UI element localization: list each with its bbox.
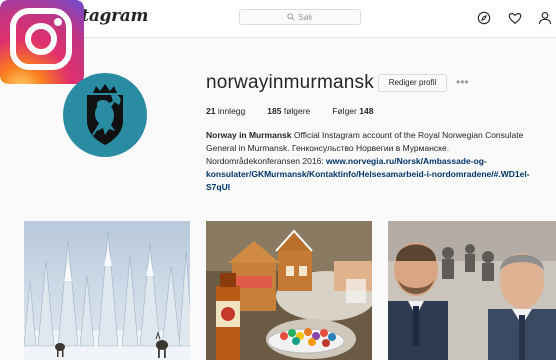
norway-coat-of-arms-icon <box>87 84 123 145</box>
followers-count[interactable]: 185 følgere <box>267 106 310 116</box>
profile-avatar[interactable] <box>63 73 147 157</box>
edit-profile-button[interactable]: Rediger profil <box>378 74 447 92</box>
compass-icon[interactable] <box>477 11 491 25</box>
ellipsis-icon[interactable]: ••• <box>456 76 469 88</box>
post-thumbnail-selfie[interactable] <box>388 221 556 360</box>
profile-username: norwayinmurmansk <box>206 72 374 93</box>
search-icon <box>287 13 295 21</box>
heart-icon[interactable] <box>508 11 522 25</box>
instagram-logo-icon[interactable] <box>0 0 84 84</box>
profile-bio: Norway in Murmansk Official Instagram ac… <box>206 129 544 194</box>
bio-name: Norway in Murmansk <box>206 130 292 140</box>
search-placeholder: Søk <box>298 12 313 22</box>
post-thumbnail-gingerbread-house[interactable] <box>206 221 372 360</box>
profile-stats: 21 innlegg 185 følgere Følger 148 <box>206 106 395 116</box>
person-icon[interactable] <box>538 11 552 25</box>
following-count[interactable]: Følger 148 <box>332 106 373 116</box>
post-thumbnail-snowy-forest[interactable] <box>24 221 190 360</box>
search-input[interactable]: Søk <box>239 9 361 25</box>
posts-count: 21 innlegg <box>206 106 246 116</box>
